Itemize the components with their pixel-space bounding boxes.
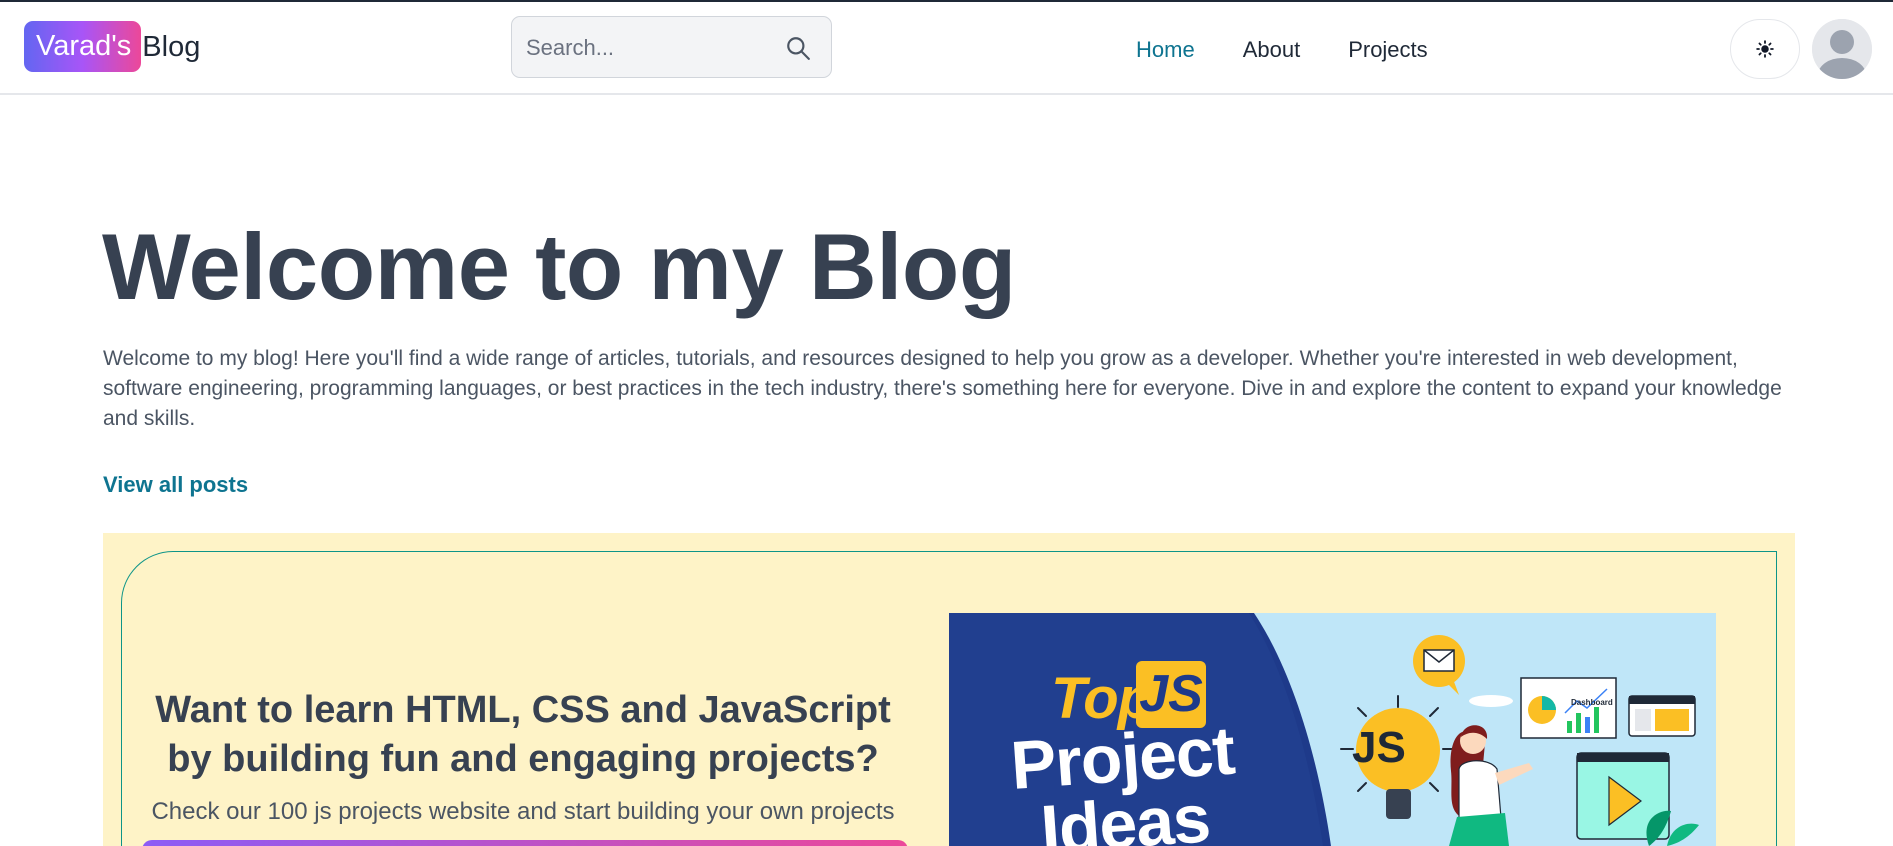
promo-cta-button[interactable] <box>142 840 908 846</box>
view-all-posts-link[interactable]: View all posts <box>103 472 248 498</box>
user-avatar[interactable] <box>1812 19 1872 79</box>
promo-image-ideas-text: Ideas <box>1038 780 1213 846</box>
nav-home-link[interactable]: Home <box>1136 38 1195 62</box>
logo-text: Blog <box>142 30 201 63</box>
site-header: Varad's Blog Home About Projects <box>0 2 1893 95</box>
promo-subtitle: Check our 100 js projects website and st… <box>151 798 895 825</box>
site-logo[interactable]: Varad's Blog <box>24 21 200 72</box>
nav-about-link[interactable]: About <box>1243 38 1301 62</box>
user-avatar-icon <box>1812 19 1872 79</box>
theme-toggle-button[interactable] <box>1730 19 1800 79</box>
search-box <box>511 16 832 78</box>
promo-image-bulb-label: JS <box>1352 723 1406 772</box>
main-nav: Home About Projects <box>1136 38 1476 62</box>
promo-image-dashboard-label: Dashboard <box>1571 698 1613 707</box>
hero-description: Welcome to my blog! Here you'll find a w… <box>103 347 1782 430</box>
promo-heading: Want to learn HTML, CSS and JavaScript b… <box>155 689 891 780</box>
search-icon[interactable] <box>785 35 811 61</box>
page-title: Welcome to my Blog <box>102 214 1016 319</box>
logo-badge: Varad's <box>24 21 142 72</box>
sun-icon <box>1756 40 1774 58</box>
search-input[interactable] <box>526 31 776 65</box>
nav-projects-link[interactable]: Projects <box>1348 38 1427 62</box>
promo-image[interactable]: Top JS Project Ideas Dashboard JS <box>949 613 1716 846</box>
